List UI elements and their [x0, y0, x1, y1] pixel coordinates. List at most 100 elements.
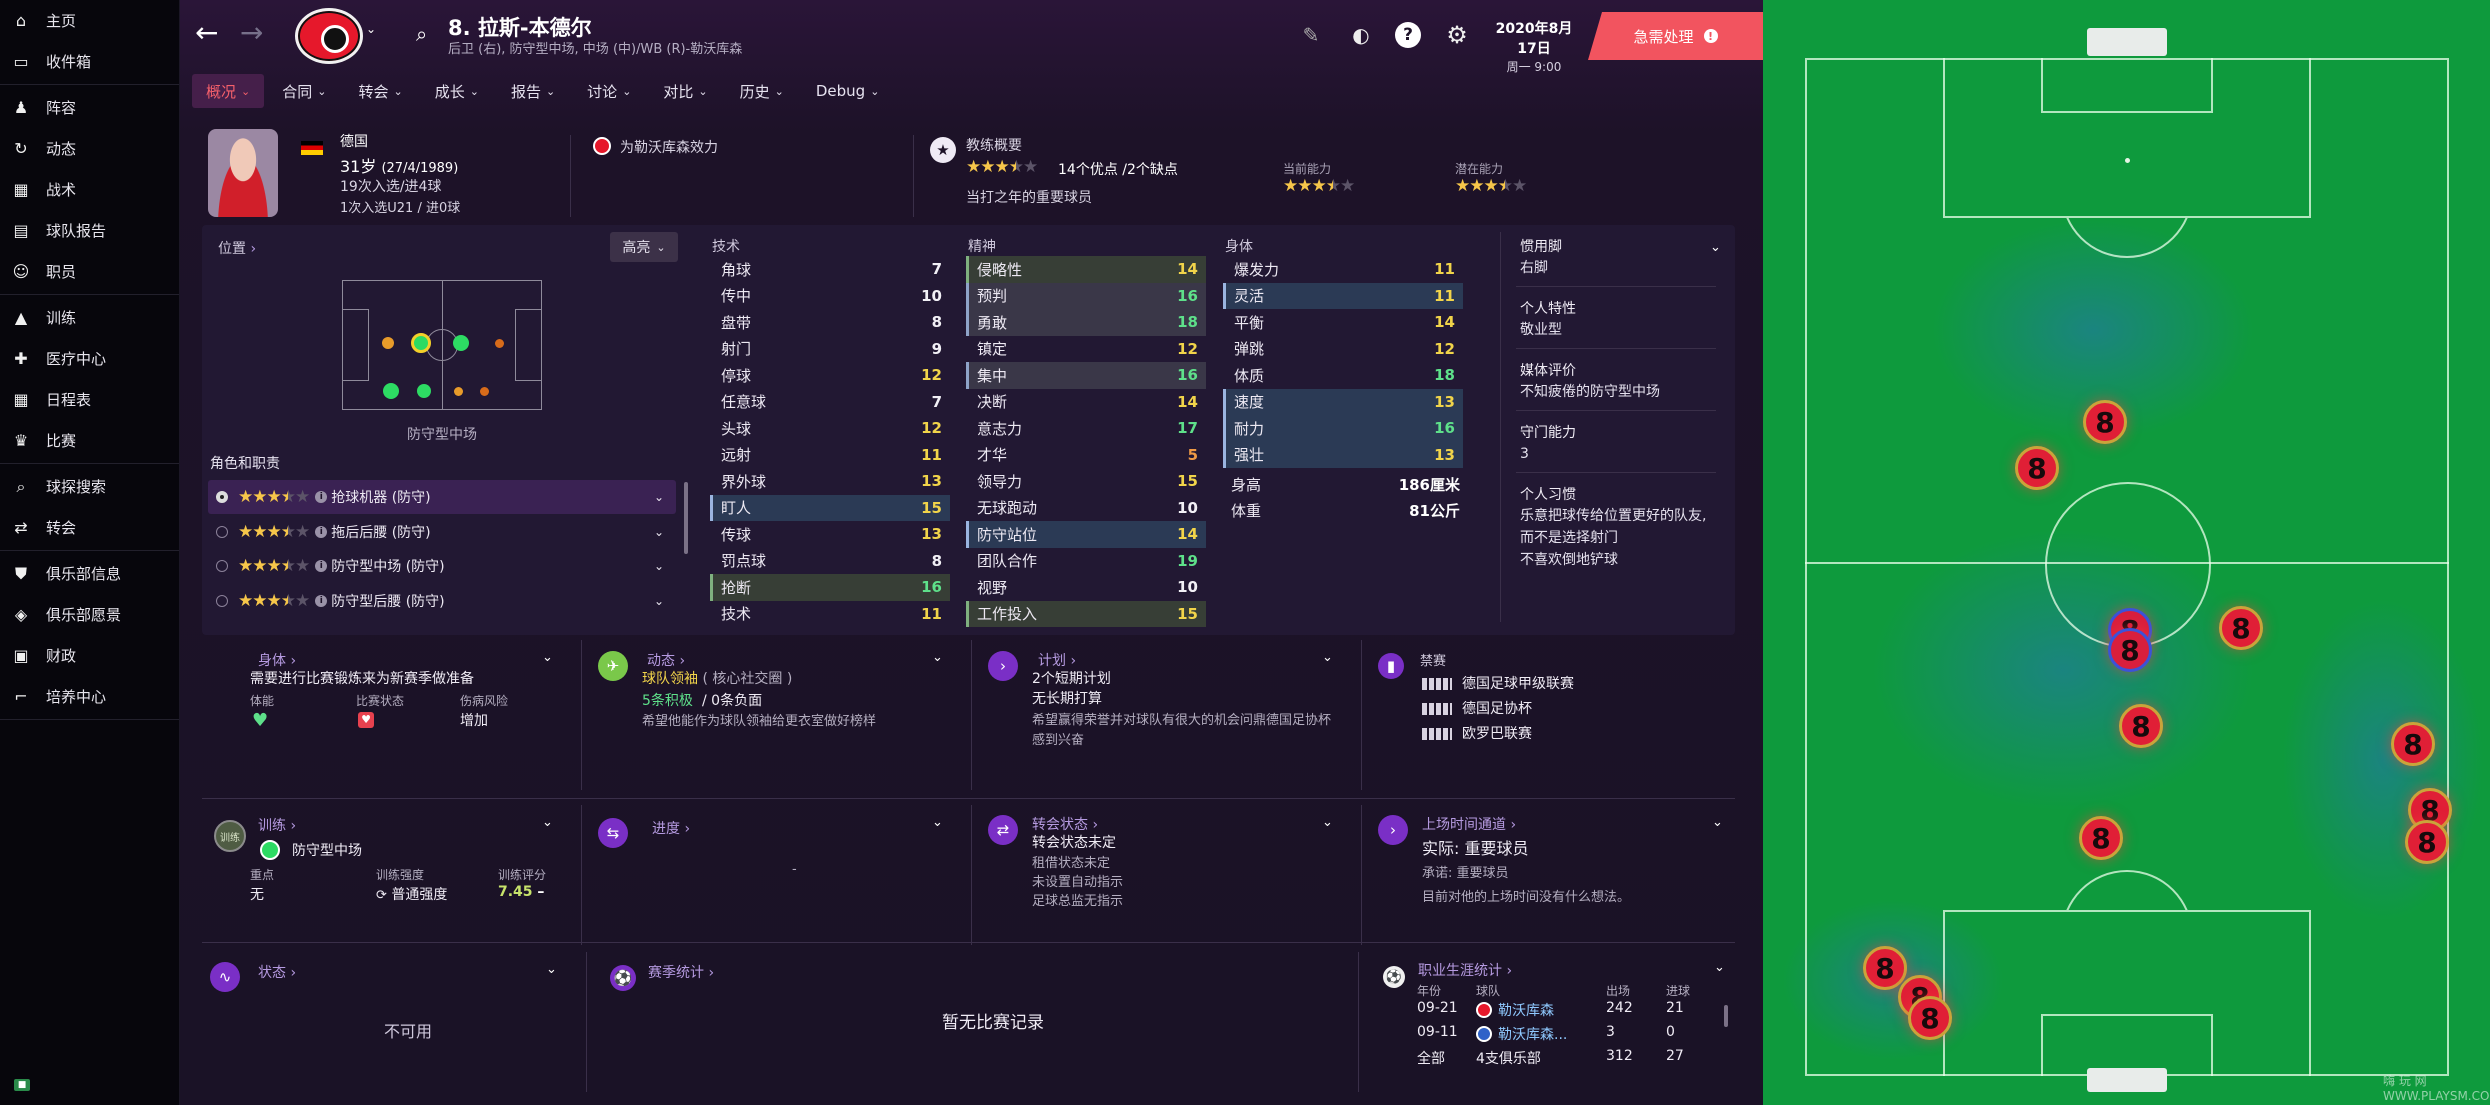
attribute-row[interactable]: 无球跑动 10 — [966, 495, 1206, 522]
sidebar-item-2[interactable]: ♟ 阵容 — [0, 87, 179, 128]
attribute-row[interactable]: 视野 10 — [966, 574, 1206, 601]
chevron-down-icon[interactable]: ⌄ — [932, 650, 943, 665]
info-icon[interactable]: i — [315, 594, 328, 607]
attribute-row[interactable]: 头球 12 — [710, 415, 950, 442]
tab-5[interactable]: 讨论 ⌄ — [573, 74, 645, 108]
sidebar-item-9[interactable]: ▦ 日程表 — [0, 379, 179, 420]
training-card-title[interactable]: 训练 › — [258, 815, 296, 835]
attribute-row[interactable]: 预判 16 — [966, 282, 1206, 309]
sidebar-item-12[interactable]: ⇄ 转会 — [0, 507, 179, 548]
attribute-row[interactable]: 才华 5 — [966, 442, 1206, 469]
plan-card-title[interactable]: 计划 › — [1038, 650, 1076, 670]
sidebar-item-13[interactable]: ⛊ 俱乐部信息 — [0, 553, 179, 594]
player-marker[interactable]: 8 — [1863, 946, 1907, 990]
tab-0[interactable]: 概况 ⌄ — [192, 74, 265, 108]
transfer-status-title[interactable]: 转会状态 › — [1032, 814, 1098, 834]
attribute-row[interactable]: 传中 10 — [710, 283, 950, 310]
role-radio[interactable] — [216, 491, 228, 503]
attribute-row[interactable]: 弹跳 12 — [1223, 336, 1463, 363]
chevron-down-icon[interactable]: ⌄ — [542, 650, 553, 665]
attribute-row[interactable]: 镇定 12 — [966, 336, 1206, 363]
player-marker[interactable]: 8 — [2079, 816, 2123, 860]
season-stats-title[interactable]: 赛季统计 › — [648, 962, 714, 982]
sidebar-item-4[interactable]: ▦ 战术 — [0, 169, 179, 210]
chevron-down-icon[interactable]: ⌄ — [542, 815, 553, 830]
attribute-row[interactable]: 灵活 11 — [1223, 282, 1463, 309]
football-award-icon[interactable]: ◐ — [1348, 22, 1374, 48]
player-marker[interactable]: 8 — [1908, 996, 1952, 1040]
player-marker[interactable]: 8 — [2119, 704, 2163, 748]
role-radio[interactable] — [216, 560, 228, 572]
attribute-row[interactable]: 侵略性 14 — [966, 256, 1206, 283]
tab-7[interactable]: 历史 ⌄ — [726, 74, 798, 108]
status-chip[interactable]: ■ — [14, 1079, 30, 1091]
role-row[interactable]: ★★★★★ i 抢球机器 (防守) ⌄ — [208, 480, 676, 514]
attribute-row[interactable]: 集中 16 — [966, 362, 1206, 389]
attribute-row[interactable]: 爆发力 11 — [1223, 256, 1463, 283]
chevron-down-icon[interactable]: ⌄ — [1714, 960, 1725, 975]
sidebar-item-7[interactable]: ▲ 训练 — [0, 297, 179, 338]
sidebar-item-8[interactable]: ✚ 医疗中心 — [0, 338, 179, 379]
chevron-down-icon[interactable]: ⌄ — [1322, 650, 1333, 665]
player-marker[interactable]: 8 — [2405, 820, 2449, 864]
chevron-down-icon[interactable]: ⌄ — [1710, 240, 1721, 255]
role-radio[interactable] — [216, 594, 228, 607]
attribute-row[interactable]: 体质 18 — [1223, 362, 1463, 389]
attribute-row[interactable]: 强壮 13 — [1223, 441, 1463, 468]
progress-card-title[interactable]: 进度 › — [652, 818, 690, 838]
role-radio[interactable] — [216, 525, 228, 538]
attribute-row[interactable]: 界外球 13 — [710, 468, 950, 495]
tab-4[interactable]: 报告 ⌄ — [497, 74, 569, 108]
sidebar-item-15[interactable]: ▣ 财政 — [0, 635, 179, 676]
attribute-row[interactable]: 远射 11 — [710, 442, 950, 469]
attribute-row[interactable]: 防守站位 14 — [966, 521, 1206, 548]
role-row[interactable]: ★★★★★ i 拖后后腰 (防守) ⌄ — [208, 515, 676, 549]
club-crest-icon[interactable] — [295, 8, 363, 64]
urgent-action-button[interactable]: 急需处理 ! — [1588, 12, 1763, 60]
attribute-row[interactable]: 耐力 16 — [1223, 415, 1463, 442]
chevron-down-icon[interactable]: ⌄ — [932, 815, 943, 830]
info-icon[interactable]: i — [315, 525, 328, 538]
help-icon[interactable]: ? — [1395, 22, 1421, 48]
back-arrow-icon[interactable]: ← — [195, 16, 218, 49]
tab-3[interactable]: 成长 ⌄ — [421, 74, 493, 108]
career-total-cell[interactable]: 4支俱乐部 — [1476, 1048, 1541, 1068]
attribute-row[interactable]: 工作投入 15 — [966, 600, 1206, 627]
player-marker[interactable]: 8 — [2015, 446, 2059, 490]
attribute-row[interactable]: 技术 11 — [710, 601, 950, 628]
tab-8[interactable]: Debug ⌄ — [802, 74, 894, 108]
career-scrollbar[interactable] — [1724, 1005, 1728, 1027]
attribute-row[interactable]: 团队合作 19 — [966, 548, 1206, 575]
player-marker[interactable]: 8 — [2391, 722, 2435, 766]
attribute-row[interactable]: 传球 13 — [710, 521, 950, 548]
player-marker[interactable]: 8 — [2219, 606, 2263, 650]
sidebar-item-5[interactable]: ▤ 球队报告 — [0, 210, 179, 251]
tab-1[interactable]: 合同 ⌄ — [268, 74, 340, 108]
forward-arrow-icon[interactable]: → — [240, 16, 263, 49]
attribute-row[interactable]: 任意球 7 — [710, 389, 950, 416]
attribute-row[interactable]: 停球 12 — [710, 362, 950, 389]
playing-time-title[interactable]: 上场时间通道 › — [1422, 814, 1516, 834]
chevron-down-icon[interactable]: ⌄ — [654, 490, 664, 504]
sidebar-item-11[interactable]: ⌕ 球探搜索 — [0, 466, 179, 507]
player-marker[interactable]: 8 — [2083, 400, 2127, 444]
career-stats-title[interactable]: 职业生涯统计 › — [1418, 960, 1512, 980]
attribute-row[interactable]: 速度 13 — [1223, 388, 1463, 415]
club-label[interactable]: 为勒沃库森效力 — [620, 137, 718, 157]
attribute-row[interactable]: 射门 9 — [710, 336, 950, 363]
body-card-title[interactable]: 身体 › — [258, 650, 296, 670]
highlight-dropdown[interactable]: 高亮 ⌄ — [610, 232, 678, 262]
player-marker[interactable]: 8 — [2108, 628, 2152, 672]
chevron-down-icon[interactable]: ⌄ — [654, 594, 664, 608]
attribute-row[interactable]: 意志力 17 — [966, 415, 1206, 442]
info-icon[interactable]: i — [315, 491, 328, 503]
attribute-row[interactable]: 领导力 15 — [966, 468, 1206, 495]
tab-2[interactable]: 转会 ⌄ — [344, 74, 416, 108]
career-cell[interactable]: 勒沃库森 — [1498, 1000, 1554, 1020]
sidebar-item-6[interactable]: ☺ 职员 — [0, 251, 179, 292]
chevron-down-icon[interactable]: ⌄ — [1322, 815, 1333, 830]
chevron-down-icon[interactable]: ⌄ — [546, 962, 557, 977]
attribute-row[interactable]: 平衡 14 — [1223, 309, 1463, 336]
role-row[interactable]: ★★★★★ i 防守型中场 (防守) ⌄ — [208, 549, 676, 583]
search-icon[interactable]: ⌕ — [416, 22, 427, 46]
